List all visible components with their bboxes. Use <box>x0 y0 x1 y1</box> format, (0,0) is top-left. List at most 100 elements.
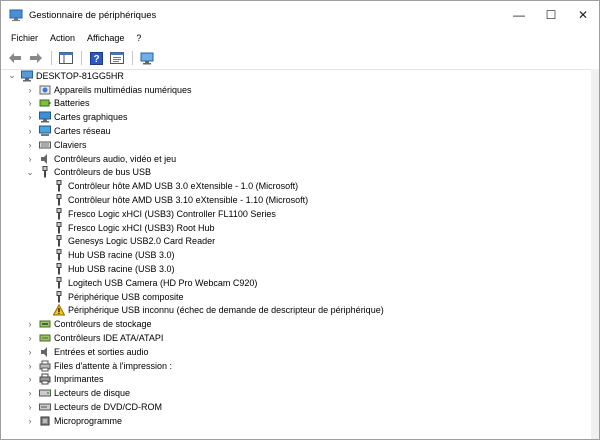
menu-file[interactable]: Fichier <box>5 33 44 43</box>
display-adapter-icon <box>39 111 51 123</box>
expand-chevron-icon[interactable]: › <box>25 97 35 109</box>
monitor-scan-icon <box>140 52 154 64</box>
battery-icon <box>39 97 51 109</box>
usb-device[interactable]: Contrôleur hôte AMD USB 3.10 eXtensible … <box>5 193 599 207</box>
tree-root[interactable]: ⌄ DESKTOP-81GG5HR <box>5 69 599 83</box>
tree-category[interactable]: › Cartes graphiques <box>5 110 599 124</box>
usb-device[interactable]: Périphérique USB composite <box>5 290 599 304</box>
show-hide-console-tree-button[interactable] <box>56 49 76 67</box>
expand-chevron-icon[interactable]: › <box>25 401 35 413</box>
expand-chevron-icon[interactable]: › <box>25 318 35 330</box>
tree-category[interactable]: › Contrôleurs IDE ATA/ATAPI <box>5 331 599 345</box>
collapse-chevron-icon[interactable]: ⌄ <box>25 166 35 178</box>
expand-chevron-icon[interactable]: › <box>25 153 35 165</box>
usb-plug-icon <box>53 276 65 289</box>
tree-category[interactable]: › Appareils multimédias numériques <box>5 83 599 97</box>
tree-category[interactable]: › Entrées et sorties audio <box>5 345 599 359</box>
expand-chevron-icon[interactable]: › <box>25 84 35 96</box>
menu-action[interactable]: Action <box>44 33 81 43</box>
warning-icon <box>53 304 65 316</box>
help-button[interactable]: ? <box>86 49 106 67</box>
expand-chevron-icon[interactable]: › <box>25 139 35 151</box>
usb-device[interactable]: Hub USB racine (USB 3.0) <box>5 248 599 262</box>
tree-category[interactable]: › Claviers <box>5 138 599 152</box>
tree-category[interactable]: › Contrôleurs audio, vidéo et jeu <box>5 152 599 166</box>
firmware-icon <box>39 415 51 427</box>
toolbar-separator <box>81 51 82 65</box>
printer-icon <box>39 373 51 385</box>
menu-help[interactable]: ? <box>130 33 147 43</box>
dvd-drive-icon <box>39 401 51 413</box>
help-icon: ? <box>89 51 103 65</box>
usb-plug-icon <box>53 290 65 303</box>
tree-category[interactable]: › Imprimantes <box>5 373 599 387</box>
device-manager-window: Gestionnaire de périphériques — ☐ ✕ Fich… <box>0 0 600 440</box>
expand-chevron-icon[interactable]: › <box>25 125 35 137</box>
scan-hardware-button[interactable] <box>137 49 157 67</box>
expand-chevron-icon[interactable]: › <box>25 360 35 372</box>
tree-category[interactable]: › Lecteurs de disque <box>5 386 599 400</box>
properties-button[interactable] <box>107 49 127 67</box>
usb-device[interactable]: Hub USB racine (USB 3.0) <box>5 262 599 276</box>
tree-category[interactable]: › Microprogramme <box>5 414 599 428</box>
speaker-icon <box>39 153 51 165</box>
root-label: DESKTOP-81GG5HR <box>36 70 124 81</box>
usb-plug-icon <box>53 263 65 275</box>
multimedia-icon <box>39 84 51 96</box>
device-manager-app-icon <box>9 8 23 22</box>
usb-icon <box>39 166 51 178</box>
console-tree-icon <box>59 52 73 64</box>
maximize-button[interactable]: ☐ <box>535 1 567 29</box>
tree-category[interactable]: › Batteries <box>5 97 599 111</box>
minimize-button[interactable]: — <box>503 1 535 29</box>
storage-controller-icon <box>39 318 51 330</box>
usb-plug-icon <box>53 235 65 247</box>
audio-io-icon <box>39 346 51 358</box>
tree-category[interactable]: › Contrôleurs de stockage <box>5 317 599 331</box>
expand-chevron-icon[interactable]: › <box>25 387 35 399</box>
expand-chevron-icon[interactable]: › <box>25 373 35 385</box>
network-adapter-icon <box>39 125 51 137</box>
forward-arrow-icon <box>30 53 42 63</box>
toolbar-separator <box>51 51 52 65</box>
menu-view[interactable]: Affichage <box>81 33 130 43</box>
usb-plug-icon <box>53 249 65 261</box>
tree-category-expanded[interactable]: ⌄ Contrôleurs de bus USB <box>5 166 599 180</box>
expand-chevron-icon[interactable]: › <box>25 111 35 123</box>
computer-icon <box>21 70 33 82</box>
tree-category[interactable]: › Cartes réseau <box>5 124 599 138</box>
back-button[interactable] <box>5 49 25 67</box>
back-arrow-icon <box>9 53 21 63</box>
expand-chevron-icon[interactable]: › <box>25 332 35 344</box>
usb-plug-icon <box>53 180 65 192</box>
vertical-scrollbar[interactable] <box>591 69 599 439</box>
properties-icon <box>110 52 124 64</box>
keyboard-icon <box>39 139 51 151</box>
usb-device[interactable]: Fresco Logic xHCI (USB3) Root Hub <box>5 221 599 235</box>
expand-chevron-icon[interactable]: › <box>25 346 35 358</box>
close-button[interactable]: ✕ <box>567 1 599 29</box>
print-queue-icon <box>39 360 51 372</box>
usb-device[interactable]: Fresco Logic xHCI (USB3) Controller FL11… <box>5 207 599 221</box>
toolbar: ? <box>1 47 599 70</box>
menu-bar: Fichier Action Affichage ? <box>1 29 599 47</box>
usb-device[interactable]: Contrôleur hôte AMD USB 3.0 eXtensible -… <box>5 179 599 193</box>
forward-button[interactable] <box>26 49 46 67</box>
svg-text:?: ? <box>93 54 99 65</box>
window-title: Gestionnaire de périphériques <box>29 9 157 21</box>
expand-chevron-icon[interactable]: › <box>25 415 35 427</box>
tree-category[interactable]: › Files d'attente à l'impression : <box>5 359 599 373</box>
device-tree: ⌄ DESKTOP-81GG5HR › Appareils multimédia… <box>1 69 599 439</box>
usb-device-warning[interactable]: Périphérique USB inconnu (échec de deman… <box>5 304 599 318</box>
usb-plug-icon <box>53 194 65 206</box>
tree-category[interactable]: › Lecteurs de DVD/CD-ROM <box>5 400 599 414</box>
usb-plug-icon <box>53 221 65 234</box>
ide-controller-icon <box>39 332 51 344</box>
collapse-chevron-icon[interactable]: ⌄ <box>7 70 17 82</box>
usb-device[interactable]: Genesys Logic USB2.0 Card Reader <box>5 235 599 249</box>
usb-device[interactable]: Logitech USB Camera (HD Pro Webcam C920) <box>5 276 599 290</box>
toolbar-separator <box>132 51 133 65</box>
disk-drive-icon <box>39 387 51 399</box>
usb-plug-icon <box>53 207 65 220</box>
title-bar: Gestionnaire de périphériques — ☐ ✕ <box>1 1 599 29</box>
